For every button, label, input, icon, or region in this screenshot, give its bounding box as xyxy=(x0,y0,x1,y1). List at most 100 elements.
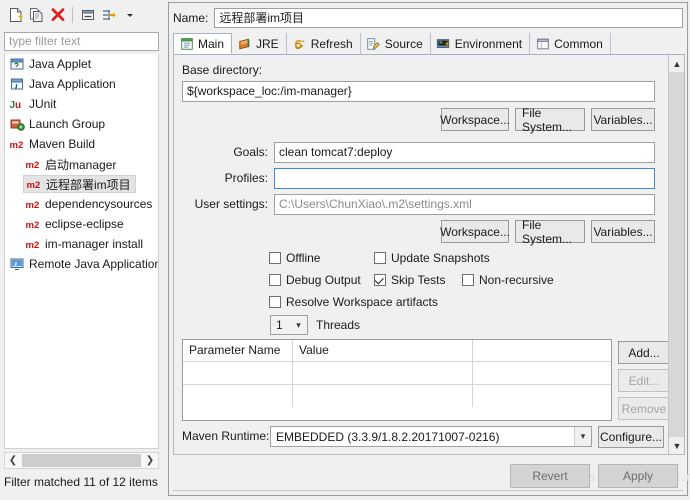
scroll-thumb[interactable] xyxy=(22,454,141,467)
tree-item-label: im-manager install xyxy=(45,237,144,251)
tree-item-8[interactable]: m2 eclipse-eclipse xyxy=(5,214,158,234)
settings-file-system-button[interactable]: File System... xyxy=(515,218,585,246)
user-settings-input[interactable]: C:\Users\ChunXiao\.m2\settings.xml xyxy=(274,194,655,215)
svg-text:m2: m2 xyxy=(26,200,40,211)
tree-item-content: m2 启动manager xyxy=(25,155,117,173)
tree-item-label: JUnit xyxy=(29,97,57,111)
base-dir-workspace-button[interactable]: Workspace... xyxy=(440,108,510,131)
base-directory-buttons: Workspace... File System... Variables... xyxy=(437,106,655,134)
chevron-down-icon[interactable]: ▾ xyxy=(290,316,307,334)
footer-separator xyxy=(173,490,683,491)
offline-checkbox[interactable]: Offline xyxy=(269,251,320,265)
scroll-down-icon[interactable]: ▼ xyxy=(669,437,684,454)
filter-status-text: Filter matched 11 of 12 items xyxy=(4,475,158,489)
tree-item-1[interactable]: Java Application xyxy=(5,74,158,94)
debug-output-checkbox[interactable]: Debug Output xyxy=(269,273,361,287)
settings-workspace-button[interactable]: Workspace... xyxy=(440,220,510,243)
debug-output-checkbox-box[interactable] xyxy=(269,274,281,286)
tree-item-0[interactable]: Java Applet xyxy=(5,54,158,74)
tree-item-6[interactable]: m2 远程部署im项目 xyxy=(5,174,158,194)
source-tab-icon xyxy=(366,36,381,51)
tree-item-5[interactable]: m2 启动manager xyxy=(5,154,158,174)
tab-label: Refresh xyxy=(310,36,353,51)
add-parameter-button[interactable]: Add... xyxy=(618,341,670,364)
non-recursive-checkbox-box[interactable] xyxy=(462,274,474,286)
launch-configuration-tree[interactable]: Java Applet Java Application Ju JUnit Launch… xyxy=(4,54,159,449)
scroll-left-icon[interactable]: ❮ xyxy=(5,453,21,468)
collapse-all-icon[interactable] xyxy=(77,5,98,26)
tab-main[interactable]: Main xyxy=(173,33,233,54)
goals-input[interactable]: clean tomcat7:deploy xyxy=(274,142,655,163)
resolve-workspace-artifacts-checkbox-box[interactable] xyxy=(269,296,281,308)
tab-environment[interactable]: Environment xyxy=(431,33,531,54)
tree-horizontal-scrollbar[interactable]: ❮ ❯ xyxy=(4,452,159,469)
table-cell xyxy=(293,385,473,407)
tab-common[interactable]: Common xyxy=(530,33,611,54)
skip-tests-checkbox[interactable]: Skip Tests xyxy=(374,273,445,287)
debug-output-checkbox-label: Debug Output xyxy=(286,273,361,287)
launch-configurations-panel: type filter text Java Applet Java Applica… xyxy=(0,0,164,500)
name-input[interactable]: 远程部署im项目 xyxy=(214,8,683,28)
tree-item-4[interactable]: m2 Maven Build xyxy=(5,134,158,154)
toolbar-separator xyxy=(72,7,73,23)
maven-icon: m2 xyxy=(25,156,41,172)
tree-item-content: m2 dependencysources xyxy=(25,195,153,213)
parameter-table[interactable]: Parameter Name Value xyxy=(182,339,612,421)
edit-parameter-button[interactable]: Edit... xyxy=(618,369,670,392)
delete-launch-configuration-icon[interactable] xyxy=(47,5,68,26)
base-dir-file-system-button[interactable]: File System... xyxy=(515,106,585,134)
profiles-input[interactable] xyxy=(274,168,655,189)
main-tab-icon xyxy=(179,36,194,51)
svg-text:m2: m2 xyxy=(26,160,40,171)
settings-variables-button[interactable]: Variables... xyxy=(591,220,655,243)
apply-button[interactable]: Apply xyxy=(598,464,678,488)
new-launch-configuration-icon[interactable] xyxy=(5,5,26,26)
duplicate-launch-configuration-icon[interactable] xyxy=(26,5,47,26)
tree-item-2[interactable]: Ju JUnit xyxy=(5,94,158,114)
update-snapshots-checkbox[interactable]: Update Snapshots xyxy=(374,251,490,265)
threads-dropdown[interactable]: 1 ▾ xyxy=(270,315,308,335)
svg-text:m2: m2 xyxy=(26,240,40,251)
tab-refresh[interactable]: Refresh xyxy=(287,33,361,54)
tree-item-content: m2 远程部署im项目 xyxy=(23,175,136,193)
tree-item-content: m2 eclipse-eclipse xyxy=(25,215,124,233)
update-snapshots-checkbox-label: Update Snapshots xyxy=(391,251,490,265)
revert-button[interactable]: Revert xyxy=(510,464,590,488)
configuration-editor-panel: Name: 远程部署im项目 Main JRE Refresh Source Envir… xyxy=(168,2,690,496)
scroll-right-icon[interactable]: ❯ xyxy=(142,453,158,468)
skip-tests-checkbox-box[interactable] xyxy=(374,274,386,286)
table-row[interactable] xyxy=(183,361,611,384)
tree-item-content: Remote Java Application xyxy=(9,255,158,273)
tree-item-10[interactable]: Remote Java Application xyxy=(5,254,158,274)
configure-maven-runtime-button[interactable]: Configure... xyxy=(598,426,664,448)
content-vertical-scrollbar[interactable]: ▲ ▼ xyxy=(668,55,684,454)
filter-launch-configurations-icon[interactable] xyxy=(98,5,119,26)
scroll-up-icon[interactable]: ▲ xyxy=(669,55,684,72)
common-tab-icon xyxy=(535,36,550,51)
tree-item-7[interactable]: m2 dependencysources xyxy=(5,194,158,214)
update-snapshots-checkbox-box[interactable] xyxy=(374,252,386,264)
tree-item-3[interactable]: Launch Group xyxy=(5,114,158,134)
view-menu-chevron-icon[interactable] xyxy=(119,5,140,26)
user-settings-buttons: Workspace... File System... Variables... xyxy=(437,218,655,246)
offline-checkbox-box[interactable] xyxy=(269,252,281,264)
base-directory-input[interactable]: ${workspace_loc:/im-manager} xyxy=(182,81,655,102)
tree-item-label: 启动manager xyxy=(45,157,117,172)
remove-parameter-button[interactable]: Remove xyxy=(618,397,670,420)
java-applet-icon xyxy=(9,56,25,72)
refresh-tab-icon xyxy=(292,36,307,51)
tab-source[interactable]: Source xyxy=(361,33,431,54)
tab-jre[interactable]: JRE xyxy=(232,33,287,54)
maven-runtime-label: Maven Runtime: xyxy=(182,429,270,443)
tab-label: Common xyxy=(554,36,603,51)
tree-item-9[interactable]: m2 im-manager install xyxy=(5,234,158,254)
base-dir-variables-button[interactable]: Variables... xyxy=(591,108,655,131)
filter-input[interactable]: type filter text xyxy=(4,32,159,51)
maven-runtime-dropdown[interactable]: EMBEDDED (3.3.9/1.8.2.20171007-0216) ▾ xyxy=(270,426,592,447)
chevron-down-icon[interactable]: ▾ xyxy=(574,427,591,446)
non-recursive-checkbox[interactable]: Non-recursive xyxy=(462,273,554,287)
tree-item-label: 远程部署im项目 xyxy=(46,177,131,192)
resolve-workspace-artifacts-checkbox[interactable]: Resolve Workspace artifacts xyxy=(269,295,438,309)
tree-item-content: Java Application xyxy=(9,75,116,93)
table-row[interactable] xyxy=(183,384,611,407)
